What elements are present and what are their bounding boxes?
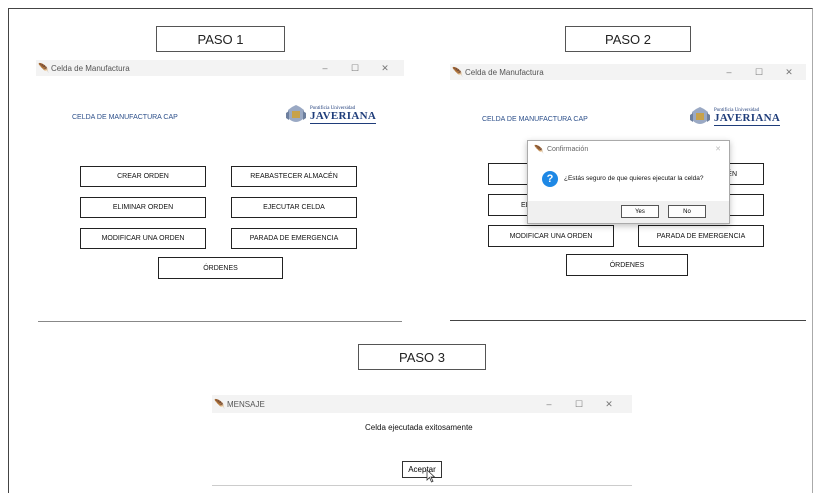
javeriana-logo: Pontificia Universidad JAVERIANA xyxy=(688,106,781,128)
feather-icon: 🪶 xyxy=(214,398,226,409)
parada-emergencia-button[interactable]: PARADA DE EMERGENCIA xyxy=(231,228,357,249)
modificar-orden-button[interactable]: MODIFICAR UNA ORDEN xyxy=(488,225,614,247)
minimize-icon[interactable]: – xyxy=(534,399,564,409)
window-bottom-edge xyxy=(450,320,806,321)
app-title: CELDA DE MANUFACTURA CAP xyxy=(72,114,178,121)
javeriana-logo: Pontificia Universidad JAVERIANA xyxy=(284,104,377,126)
parada-emergencia-button[interactable]: PARADA DE EMERGENCIA xyxy=(638,225,764,247)
message-title: MENSAJE xyxy=(227,399,265,409)
accept-button[interactable]: Aceptar xyxy=(402,461,442,478)
step-3-label: PASO 3 xyxy=(358,344,486,370)
question-icon: ? xyxy=(542,171,558,187)
window-controls: – ☐ ✕ xyxy=(714,64,804,80)
maximize-icon[interactable]: ☐ xyxy=(744,67,774,78)
window-controls: – ☐ ✕ xyxy=(310,60,400,76)
dialog-titlebar: 🪶 Confirmación ✕ xyxy=(528,141,729,157)
reabastecer-almacen-button[interactable]: REABASTECER ALMACÉN xyxy=(231,166,357,187)
feather-icon: 🪶 xyxy=(38,62,50,73)
dialog-close-icon[interactable]: ✕ xyxy=(715,145,721,153)
maximize-icon[interactable]: ☐ xyxy=(340,63,370,74)
main-window-step1: 🪶 Celda de Manufactura – ☐ ✕ CELDA DE MA… xyxy=(36,60,404,322)
cursor-icon xyxy=(426,469,436,483)
app-title: CELDA DE MANUFACTURA CAP xyxy=(482,116,588,123)
close-icon[interactable]: ✕ xyxy=(594,399,624,410)
yes-button[interactable]: Yes xyxy=(621,205,659,218)
feather-icon: 🪶 xyxy=(534,144,544,154)
close-icon[interactable]: ✕ xyxy=(370,63,400,74)
message-window: 🪶 MENSAJE – ☐ ✕ Celda ejecutada exitosam… xyxy=(212,395,632,486)
dialog-message: ¿Estás seguro de que quieres ejecutar la… xyxy=(564,175,704,182)
eliminar-orden-button[interactable]: ELIMINAR ORDEN xyxy=(80,197,206,218)
window-title: Celda de Manufactura xyxy=(51,63,130,73)
crest-icon xyxy=(286,105,306,122)
minimize-icon[interactable]: – xyxy=(714,67,744,77)
confirmation-dialog: 🪶 Confirmación ✕ ? ¿Estás seguro de que … xyxy=(527,140,730,224)
crear-orden-button[interactable]: CREAR ORDEN xyxy=(80,166,206,187)
step-1-label: PASO 1 xyxy=(156,26,285,52)
minimize-icon[interactable]: – xyxy=(310,63,340,73)
message-text: Celda ejecutada exitosamente xyxy=(365,423,473,432)
close-icon[interactable]: ✕ xyxy=(774,67,804,78)
dialog-title: Confirmación xyxy=(546,145,589,153)
ejecutar-celda-button[interactable]: EJECUTAR CELDA xyxy=(231,197,357,218)
window-title: Celda de Manufactura xyxy=(465,67,544,77)
modificar-orden-button[interactable]: MODIFICAR UNA ORDEN xyxy=(80,228,206,249)
main-window-step2: 🪶 Celda de Manufactura – ☐ ✕ CELDA DE MA… xyxy=(450,64,806,322)
window-bottom-edge xyxy=(38,321,402,322)
dialog-footer: Yes No xyxy=(528,201,729,223)
no-button[interactable]: No xyxy=(668,205,706,218)
window-controls: – ☐ ✕ xyxy=(534,395,624,413)
maximize-icon[interactable]: ☐ xyxy=(564,399,594,410)
feather-icon: 🪶 xyxy=(452,66,464,77)
ordenes-button[interactable]: ÓRDENES xyxy=(158,257,283,279)
crest-icon xyxy=(690,107,710,124)
dialog-body: ? ¿Estás seguro de que quieres ejecutar … xyxy=(528,157,729,199)
step-2-label: PASO 2 xyxy=(565,26,691,52)
ordenes-button[interactable]: ÓRDENES xyxy=(566,254,688,276)
